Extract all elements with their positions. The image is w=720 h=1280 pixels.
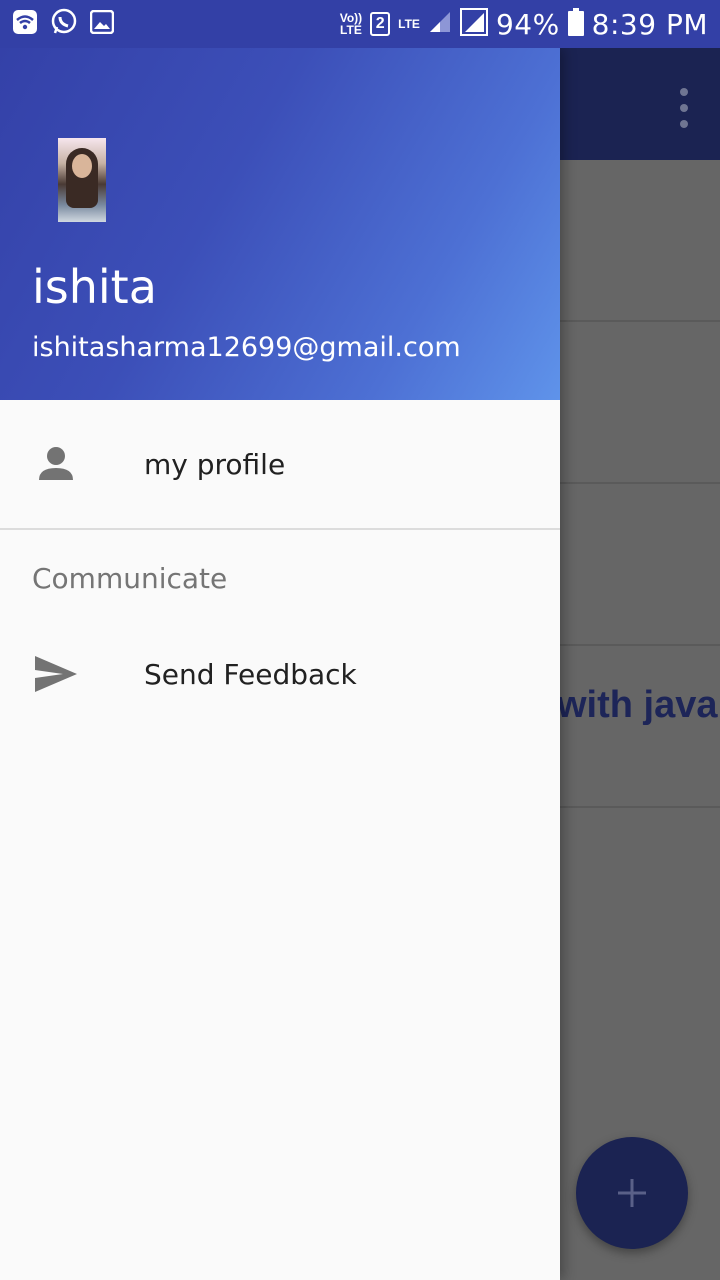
nav-item-label: Send Feedback xyxy=(144,657,357,691)
whatsapp-icon xyxy=(50,8,78,41)
list-divider xyxy=(560,482,720,484)
list-divider xyxy=(560,320,720,322)
nav-item-label: my profile xyxy=(144,447,286,481)
nav-item-my-profile[interactable]: my profile xyxy=(0,408,560,520)
navigation-drawer: ishita ishitasharma12699@gmail.com my pr… xyxy=(0,48,560,1280)
battery-icon xyxy=(567,7,584,41)
send-icon xyxy=(32,650,80,698)
list-divider xyxy=(560,806,720,808)
divider xyxy=(0,528,560,530)
drawer-header: ishita ishitasharma12699@gmail.com xyxy=(0,48,560,400)
signal-icon xyxy=(428,10,452,39)
nav-item-send-feedback[interactable]: Send Feedback xyxy=(0,618,560,730)
status-bar-notifications xyxy=(12,8,115,41)
user-email: ishitasharma12699@gmail.com xyxy=(32,332,461,363)
list-item-title: with java xyxy=(557,684,718,726)
section-header: Communicate xyxy=(32,562,228,595)
status-bar-system: Vo)) LTE 2 LTE 94% 8:39 PM xyxy=(339,7,708,41)
wifi-icon xyxy=(12,9,38,40)
sim-indicator: 2 xyxy=(370,12,391,36)
user-name: ishita xyxy=(32,260,157,314)
add-fab-button[interactable] xyxy=(576,1137,688,1249)
gallery-icon xyxy=(89,9,115,39)
list-divider xyxy=(560,644,720,646)
plus-icon xyxy=(618,1179,646,1207)
avatar[interactable] xyxy=(58,138,106,222)
person-icon xyxy=(32,440,80,488)
overflow-menu-icon[interactable] xyxy=(678,88,690,128)
clock: 8:39 PM xyxy=(591,7,708,41)
volte-indicator: Vo)) LTE xyxy=(339,11,363,37)
status-bar: Vo)) LTE 2 LTE 94% 8:39 PM xyxy=(0,0,720,48)
lte-indicator: LTE xyxy=(398,17,420,31)
signal-sim2-icon xyxy=(459,7,488,41)
battery-percent: 94% xyxy=(495,7,560,41)
